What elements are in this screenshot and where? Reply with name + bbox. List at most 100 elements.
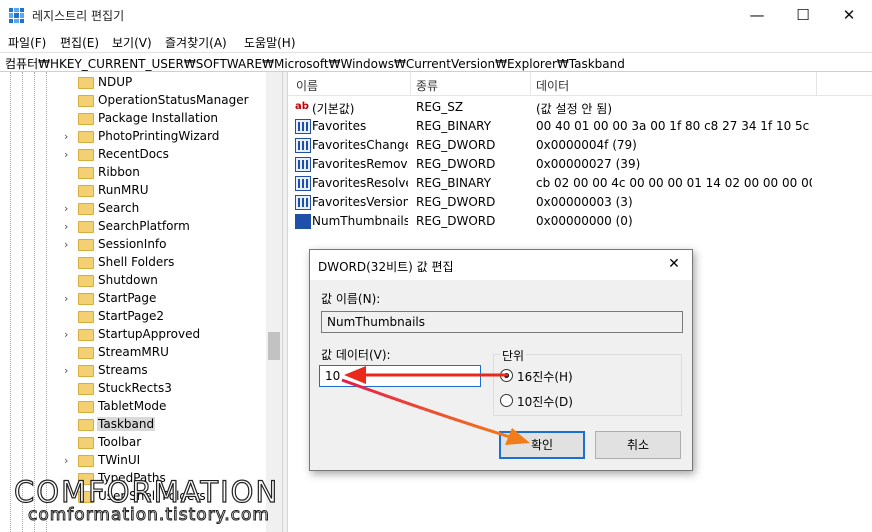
tree-item-label: StartPage2 bbox=[98, 309, 164, 323]
hex-radio[interactable] bbox=[500, 369, 513, 382]
folder-icon bbox=[78, 203, 94, 215]
menu-edit[interactable]: 편집(E) bbox=[60, 34, 99, 51]
tree-scrollbar[interactable] bbox=[266, 72, 282, 532]
expand-chevron-icon[interactable]: › bbox=[64, 131, 74, 143]
column-header-type[interactable]: 종류 bbox=[416, 77, 438, 94]
cancel-button[interactable]: 취소 bbox=[595, 431, 681, 459]
expand-chevron-icon[interactable]: › bbox=[64, 221, 74, 233]
tree-item[interactable]: StartPage2 bbox=[64, 308, 254, 326]
tree-item[interactable]: StuckRects3 bbox=[64, 380, 254, 398]
column-divider[interactable] bbox=[410, 72, 411, 96]
folder-icon bbox=[78, 185, 94, 197]
dec-radio[interactable] bbox=[500, 394, 513, 407]
tree-item-label: SearchPlatform bbox=[98, 219, 190, 233]
value-data: 0x00000000 (0) bbox=[536, 214, 633, 228]
tree-item[interactable]: Toolbar bbox=[64, 434, 254, 452]
value-row[interactable]: FavoritesRemov... REG_DWORD 0x00000027 (39… bbox=[288, 155, 872, 174]
tree-item[interactable]: › PhotoPrintingWizard bbox=[64, 128, 254, 146]
tree-item[interactable]: Shell Folders bbox=[64, 254, 254, 272]
value-data: 0x0000004f (79) bbox=[536, 138, 637, 152]
expand-chevron-icon[interactable]: › bbox=[64, 365, 74, 377]
dec-radio-label: 10진수(D) bbox=[517, 395, 573, 409]
value-row[interactable]: NumThumbnails REG_DWORD 0x00000000 (0) bbox=[288, 212, 872, 231]
value-data-input[interactable]: 10 bbox=[319, 365, 481, 387]
window-title: 레지스트리 편집기 bbox=[32, 9, 125, 23]
value-data: 00 40 01 00 00 3a 00 1f 80 c8 27 34 1f 1… bbox=[536, 119, 812, 133]
expand-chevron-icon[interactable]: › bbox=[64, 149, 74, 161]
tree-item[interactable]: Shutdown bbox=[64, 272, 254, 290]
folder-icon bbox=[78, 275, 94, 287]
tree-item[interactable]: OperationStatusManager bbox=[64, 92, 254, 110]
tree-item-label: Shell Folders bbox=[98, 255, 175, 269]
tree-item[interactable]: › Search bbox=[64, 200, 254, 218]
folder-icon bbox=[78, 293, 94, 305]
column-header-name[interactable]: 이름 bbox=[296, 77, 318, 94]
folder-icon bbox=[78, 329, 94, 341]
folder-icon bbox=[78, 239, 94, 251]
watermark: COMFORMATION comformation.tistory.com bbox=[0, 472, 320, 532]
value-name: Favorites bbox=[312, 119, 367, 133]
tree-scrollbar-thumb[interactable] bbox=[268, 332, 280, 360]
tree-item[interactable]: NDUP bbox=[64, 74, 254, 92]
tree-item[interactable]: › TWinUI bbox=[64, 452, 254, 470]
tree-item-label: StuckRects3 bbox=[98, 381, 172, 395]
value-name: NumThumbnails bbox=[312, 214, 408, 228]
tree-item[interactable]: › SearchPlatform bbox=[64, 218, 254, 236]
tree-item[interactable]: › StartupApproved bbox=[64, 326, 254, 344]
menu-file[interactable]: 파일(F) bbox=[8, 34, 46, 51]
menu-favorites[interactable]: 즐겨찾기(A) bbox=[165, 34, 227, 51]
close-button[interactable]: ✕ bbox=[826, 0, 872, 31]
ok-button[interactable]: 확인 bbox=[499, 431, 585, 459]
value-row[interactable]: FavoritesVersion REG_DWORD 0x00000003 (3) bbox=[288, 193, 872, 212]
expand-chevron-icon[interactable]: › bbox=[64, 239, 74, 251]
tree-item[interactable]: Taskband bbox=[64, 416, 254, 434]
tree-item-label: Taskband bbox=[97, 417, 156, 431]
column-header-data[interactable]: 데이터 bbox=[536, 77, 569, 94]
tree-item[interactable]: RunMRU bbox=[64, 182, 254, 200]
tree-item-label: Toolbar bbox=[98, 435, 142, 449]
tree-item-label: TabletMode bbox=[98, 399, 167, 413]
maximize-button[interactable]: ☐ bbox=[780, 0, 826, 31]
value-row[interactable]: Favorites REG_BINARY 00 40 01 00 00 3a 00 … bbox=[288, 117, 872, 136]
tree-item[interactable]: › RecentDocs bbox=[64, 146, 254, 164]
dialog-close-button[interactable]: ✕ bbox=[664, 254, 684, 274]
value-row[interactable]: FavoritesResolve REG_BINARY cb 02 00 00 4c… bbox=[288, 174, 872, 193]
binary-value-icon bbox=[295, 138, 311, 153]
string-value-icon: ab bbox=[295, 101, 309, 112]
tree-item[interactable]: Ribbon bbox=[64, 164, 254, 182]
tree-item[interactable]: Package Installation bbox=[64, 110, 254, 128]
column-divider[interactable] bbox=[816, 72, 817, 96]
expand-chevron-icon[interactable]: › bbox=[64, 293, 74, 305]
value-data: (값 설정 안 됨) bbox=[536, 102, 613, 116]
tree-item[interactable]: › Streams bbox=[64, 362, 254, 380]
tree-item-label: OperationStatusManager bbox=[98, 93, 249, 107]
tree-item[interactable]: › SessionInfo bbox=[64, 236, 254, 254]
folder-icon bbox=[78, 419, 94, 431]
title-bar: 레지스트리 편집기 — ☐ ✕ bbox=[0, 0, 872, 31]
value-row[interactable]: ab (기본값) REG_SZ (값 설정 안 됨) bbox=[288, 98, 872, 117]
expand-chevron-icon[interactable]: › bbox=[64, 203, 74, 215]
menu-help[interactable]: 도움말(H) bbox=[244, 34, 296, 51]
menu-view[interactable]: 보기(V) bbox=[112, 34, 152, 51]
value-data: 0x00000027 (39) bbox=[536, 157, 641, 171]
value-name: FavoritesVersion bbox=[312, 195, 408, 209]
expand-chevron-icon[interactable]: › bbox=[64, 329, 74, 341]
tree-item[interactable]: › StartPage bbox=[64, 290, 254, 308]
expand-chevron-icon[interactable]: › bbox=[64, 455, 74, 467]
value-type: REG_BINARY bbox=[416, 176, 492, 190]
folder-icon bbox=[78, 167, 94, 179]
column-divider[interactable] bbox=[530, 72, 531, 96]
hex-radio-label: 16진수(H) bbox=[517, 370, 573, 384]
edit-dword-dialog: DWORD(32비트) 값 편집 ✕ 값 이름(N): NumThumbnail… bbox=[309, 249, 693, 471]
address-bar[interactable]: 컴퓨터₩HKEY_CURRENT_USER₩SOFTWARE₩Microsoft… bbox=[0, 52, 872, 72]
tree-item[interactable]: TabletMode bbox=[64, 398, 254, 416]
tree-item[interactable]: StreamMRU bbox=[64, 344, 254, 362]
value-row[interactable]: FavoritesChanges REG_DWORD 0x0000004f (79) bbox=[288, 136, 872, 155]
tree-item-label: Shutdown bbox=[98, 273, 158, 287]
tree-guide-line bbox=[46, 72, 47, 532]
value-type: REG_DWORD bbox=[416, 195, 496, 209]
registry-editor-icon bbox=[9, 8, 24, 23]
minimize-button[interactable]: — bbox=[734, 0, 780, 31]
